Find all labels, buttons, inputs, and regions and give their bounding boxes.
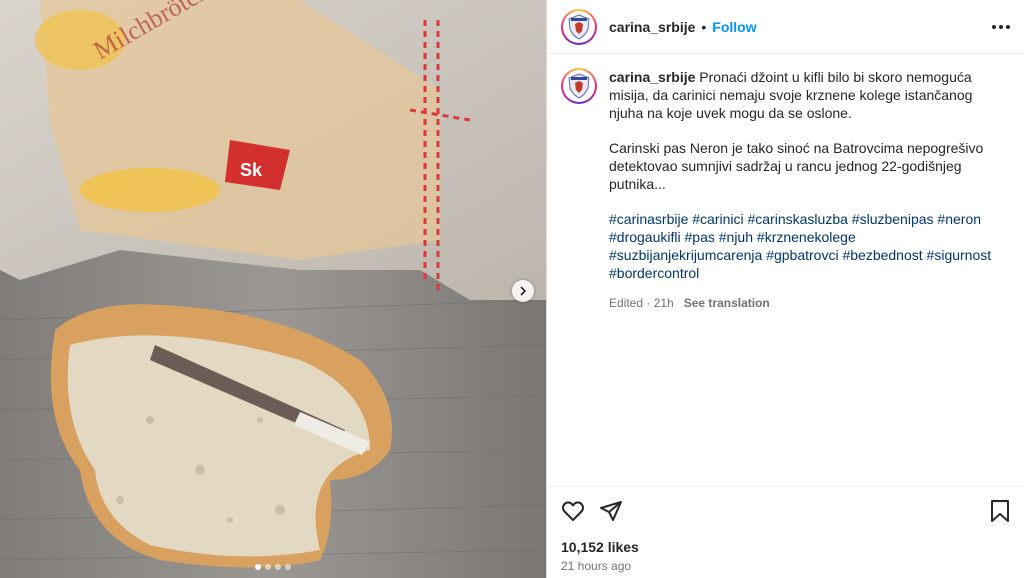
- hashtag-link[interactable]: #carinskasluzba: [748, 211, 848, 227]
- hashtag-link[interactable]: #sluzbenipas: [852, 211, 934, 227]
- post-time[interactable]: 21 hours ago: [561, 559, 1011, 573]
- chevron-right-icon: [520, 286, 527, 296]
- separator-dot: •: [701, 18, 707, 35]
- follow-button[interactable]: Follow: [712, 19, 756, 35]
- hashtag-link[interactable]: #sigurnost: [927, 247, 992, 263]
- hashtag-link[interactable]: #pas: [685, 229, 715, 245]
- avatar[interactable]: [561, 68, 597, 104]
- avatar[interactable]: [561, 8, 597, 45]
- caption-meta: Edited · 21h See translation: [609, 294, 999, 312]
- hashtag-link[interactable]: #neron: [937, 211, 981, 227]
- hashtag-link[interactable]: #gpbatrovci: [766, 247, 838, 263]
- customs-badge-icon: [568, 73, 590, 99]
- caption-username[interactable]: carina_srbije: [609, 69, 695, 85]
- post-photo: Sk Milchbrötchen: [0, 0, 546, 578]
- hashtag-link[interactable]: #carinici: [692, 211, 743, 227]
- slide-dot: [265, 564, 271, 570]
- more-icon[interactable]: [992, 24, 1010, 29]
- share-icon[interactable]: [599, 499, 623, 523]
- post-media[interactable]: Sk Milchbrötchen: [0, 0, 546, 578]
- hashtag-link[interactable]: #bordercontrol: [609, 265, 699, 281]
- hashtag-link[interactable]: #suzbijanjekrijumcarenja: [609, 247, 762, 263]
- svg-text:Sk: Sk: [240, 160, 263, 180]
- header-username[interactable]: carina_srbije: [609, 19, 695, 35]
- next-slide-button[interactable]: [512, 280, 534, 302]
- likes-count[interactable]: 10,152 likes: [561, 539, 1011, 555]
- caption-body: carina_srbije Pronaći džoint u kifli bil…: [609, 68, 999, 312]
- slide-dot: [285, 564, 291, 570]
- customs-badge-icon: [568, 13, 590, 40]
- post-actions: 10,152 likes 21 hours ago: [547, 486, 1024, 573]
- edited-timestamp: Edited · 21h: [609, 296, 674, 310]
- hashtag-link[interactable]: #carinasrbije: [609, 211, 688, 227]
- hashtag-link[interactable]: #njuh: [719, 229, 753, 245]
- heart-icon[interactable]: [561, 499, 585, 523]
- hashtag-link[interactable]: #drogaukifli: [609, 229, 681, 245]
- slide-indicator: [0, 564, 546, 570]
- hashtag-link[interactable]: #bezbednost: [842, 247, 922, 263]
- hashtag-list: #carinasrbije #carinici #carinskasluzba …: [609, 210, 999, 282]
- post-caption: carina_srbije Pronaći džoint u kifli bil…: [547, 54, 1024, 312]
- caption-paragraph: Carinski pas Neron je tako sinoć na Batr…: [609, 140, 984, 192]
- hashtag-link[interactable]: #krznenekolege: [757, 229, 856, 245]
- post-header: carina_srbije • Follow: [547, 0, 1024, 54]
- bookmark-icon[interactable]: [989, 499, 1011, 523]
- slide-dot: [255, 564, 261, 570]
- see-translation-link[interactable]: See translation: [684, 294, 770, 312]
- slide-dot: [275, 564, 281, 570]
- post-sidebar: carina_srbije • Follow carina_srbije Pro…: [546, 0, 1024, 578]
